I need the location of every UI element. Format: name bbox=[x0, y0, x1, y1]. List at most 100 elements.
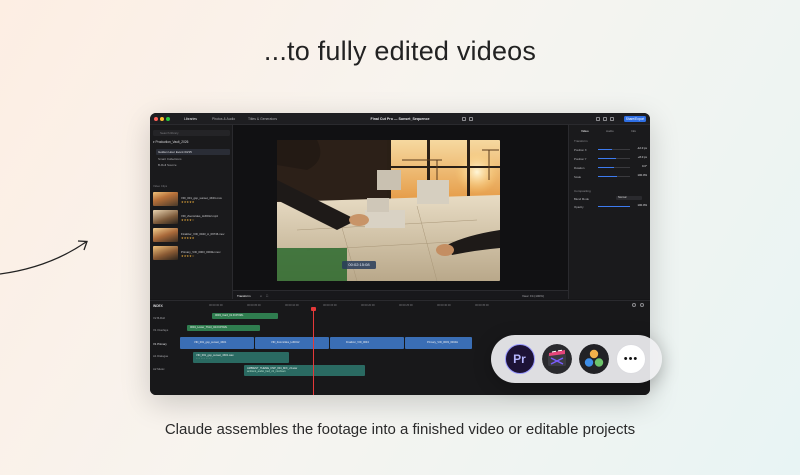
param-label: Position X bbox=[574, 148, 587, 152]
panel-icon[interactable] bbox=[469, 117, 473, 121]
transform-tool-button[interactable]: Transform bbox=[237, 294, 251, 298]
param-slider-fill bbox=[598, 158, 616, 159]
track-label[interactable]: V1 Overlays bbox=[153, 328, 168, 332]
more-apps-icon[interactable]: ••• bbox=[616, 344, 646, 374]
library-clip[interactable]: VID_001_gsp_sunset_4K01.mov ★★★★★ bbox=[153, 192, 231, 206]
opacity-label: Opacity bbox=[574, 205, 584, 209]
clip-rating: ★★★★☆ bbox=[181, 254, 195, 258]
inspector-toggle-icon[interactable] bbox=[610, 117, 614, 121]
timeline-clip-video[interactable]: VID_001_gsp_sunset_4K01 bbox=[180, 337, 254, 349]
project-folder[interactable]: ▾ Production_Vault_2026 bbox=[153, 140, 188, 144]
blend-mode-select[interactable]: Normal bbox=[616, 196, 642, 200]
blend-mode-label: Blend Mode bbox=[574, 197, 589, 201]
opacity-slider[interactable] bbox=[598, 206, 630, 207]
timeline-clip-title[interactable]: 0004_Lower_Third_04.FCPXML bbox=[187, 325, 260, 331]
library-sidebar: Search library ▾ Production_Vault_2026 G… bbox=[150, 125, 233, 299]
timeline-zoom-in-icon[interactable] bbox=[640, 303, 644, 307]
clip-thumbnail bbox=[153, 246, 178, 260]
ruler-tick-label: 00:00:10:00 bbox=[285, 304, 299, 307]
ruler-tick-label: 00:00:05:00 bbox=[247, 304, 261, 307]
app-dock: Pr ••• bbox=[491, 335, 662, 383]
viewer-panel: 00:02:15:08 Transform ⌗ ⛶ View: Fit (100… bbox=[233, 125, 568, 299]
track-v1-overlays: 0004_Lower_Third_04.FCPXML bbox=[180, 325, 650, 331]
keyword-icon[interactable] bbox=[596, 117, 600, 121]
timeline-clip-video[interactable]: Primary_VID_0003_0004H bbox=[405, 337, 472, 349]
track-label[interactable]: A2 Music bbox=[153, 367, 165, 371]
viewer-toolbar: Transform ⌗ ⛶ View: Fit (100%) bbox=[233, 290, 568, 299]
window-title: Final Cut Pro — Sunset_Sequence bbox=[370, 117, 430, 121]
param-slider[interactable] bbox=[598, 158, 630, 159]
timeline-ruler[interactable]: 00:00:00:00 00:00:05:00 00:00:10:00 00:00:1… bbox=[180, 304, 650, 310]
event-broll-source[interactable]: B-Roll Source bbox=[156, 162, 230, 168]
clip-thumbnail bbox=[153, 192, 178, 206]
ruler-tick-label: 00:00:00:00 bbox=[209, 304, 223, 307]
inspector-tab-video[interactable]: Video bbox=[581, 129, 589, 133]
video-frame-image bbox=[277, 140, 500, 281]
caption: Claude assembles the footage into a fini… bbox=[164, 421, 636, 438]
inspector-param-row: Position Y +8.0 px bbox=[574, 156, 647, 162]
inspector-tab-info[interactable]: Info bbox=[631, 129, 636, 133]
clip-rating: ★★★★★ bbox=[181, 236, 195, 240]
ruler-tick-label: 00:00:35:00 bbox=[475, 304, 489, 307]
param-value[interactable]: 0.0° bbox=[642, 165, 647, 168]
crop-icon[interactable]: ⌗ bbox=[260, 294, 262, 298]
param-label: Scale bbox=[574, 175, 581, 179]
inspector-panel: Video Audio Info Transform Position X -12… bbox=[568, 125, 650, 299]
library-clip[interactable]: Finalizer_VID_0043_A_09736.mov ★★★★★ bbox=[153, 228, 231, 242]
clips-section-label: Video Clips bbox=[153, 184, 168, 188]
param-value[interactable]: -12.0 px bbox=[637, 147, 647, 150]
param-slider-fill bbox=[598, 176, 618, 177]
compositing-section-title: Compositing bbox=[574, 189, 591, 193]
distort-icon[interactable]: ⛶ bbox=[266, 294, 268, 298]
zoom-select[interactable]: View: Fit (100%) bbox=[522, 294, 544, 298]
timeline-clip-audio[interactable]: AMBIENT_THEME_DSP_004_MIX_v3.wav ambient… bbox=[244, 365, 365, 376]
layout-icon[interactable] bbox=[462, 117, 466, 121]
clip-rating: ★★★★☆ bbox=[181, 218, 195, 222]
track-v2: 0003_Card_01.FCPXML bbox=[180, 313, 650, 319]
ruler-tick-label: 00:00:15:00 bbox=[323, 304, 337, 307]
inspector-param-row: Scale 100.0% bbox=[574, 174, 648, 180]
headline: ...to fully edited videos bbox=[263, 36, 537, 66]
opacity-row: Opacity 100.0% bbox=[574, 204, 648, 210]
param-label: Rotation bbox=[574, 166, 585, 170]
track-label[interactable]: V1 Primary bbox=[153, 342, 167, 346]
library-search-input[interactable]: Search library bbox=[153, 130, 230, 136]
inspector-param-row: Position X -12.0 px bbox=[574, 147, 647, 153]
playhead[interactable] bbox=[311, 307, 316, 395]
clip-rating: ★★★★★ bbox=[181, 200, 195, 204]
library-clip[interactable]: Primary_VID_0003_0004H.mov ★★★★☆ bbox=[153, 246, 231, 260]
param-slider-fill bbox=[598, 167, 614, 168]
settings-icon[interactable] bbox=[603, 117, 607, 121]
timeline-clip-audio[interactable]: VID_001_gsp_sunset_4K01.wav ◦ ◦ ◦ ◦ ◦ ◦ … bbox=[193, 352, 289, 363]
final-cut-pro-icon[interactable] bbox=[542, 344, 572, 374]
premiere-pro-icon[interactable]: Pr bbox=[505, 344, 535, 374]
param-label: Position Y bbox=[574, 157, 587, 161]
library-clip[interactable]: VID_Zoomrides_HJ0012.mp4 ★★★★☆ bbox=[153, 210, 231, 224]
inspector-tab-audio[interactable]: Audio bbox=[606, 129, 614, 133]
ruler-tick-label: 00:00:20:00 bbox=[361, 304, 375, 307]
ruler-tick-label: 00:00:25:00 bbox=[399, 304, 413, 307]
transform-section-title: Transform bbox=[574, 139, 588, 143]
inspector-param-row: Rotation 0.0° bbox=[574, 165, 647, 171]
export-button[interactable]: Share/Export bbox=[624, 116, 646, 122]
param-slider[interactable] bbox=[598, 167, 630, 168]
param-slider[interactable] bbox=[598, 176, 630, 177]
clip-thumbnail bbox=[153, 228, 178, 242]
timecode-overlay: 00:02:15:08 bbox=[342, 261, 376, 269]
curved-arrow-icon bbox=[0, 240, 88, 275]
param-value[interactable]: +8.0 px bbox=[638, 156, 647, 159]
project-name: Production_Vault_2026 bbox=[155, 140, 189, 144]
timeline-index-label: INDEX bbox=[153, 304, 163, 308]
davinci-resolve-icon[interactable] bbox=[579, 344, 609, 374]
param-value[interactable]: 100.0% bbox=[638, 174, 648, 177]
title-bar: Libraries Photos & Audio Titles & Genera… bbox=[150, 113, 650, 125]
param-slider[interactable] bbox=[598, 149, 630, 150]
track-label[interactable]: A1 Dialogue bbox=[153, 354, 168, 358]
timeline-zoom-out-icon[interactable] bbox=[632, 303, 636, 307]
event-golden-hour[interactable]: Golden Hour Event 03/15 bbox=[156, 149, 230, 155]
timeline-clip-video[interactable]: VID_Zoomrides_HJ0012 bbox=[255, 337, 329, 349]
timeline-clip-video[interactable]: Finalizer_VID_0043 bbox=[330, 337, 404, 349]
timeline-clip-title[interactable]: 0003_Card_01.FCPXML bbox=[212, 313, 278, 319]
track-label[interactable]: V2 B-Roll bbox=[153, 316, 165, 320]
opacity-value[interactable]: 100.0% bbox=[638, 204, 648, 207]
